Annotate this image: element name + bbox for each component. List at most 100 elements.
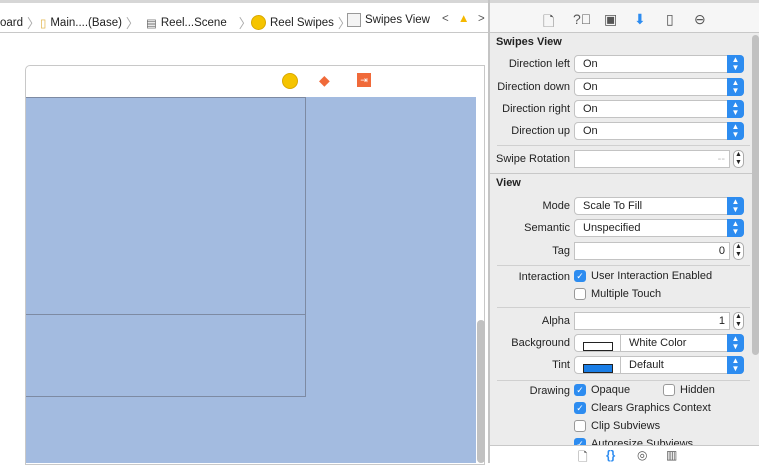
chevron-left-icon[interactable]: <	[442, 13, 449, 25]
updown-icon: ▲ ▼	[727, 55, 744, 73]
popup-value: Unspecified	[583, 222, 641, 234]
breadcrumb-item[interactable]: ▤ Reel...Scene 〉	[146, 13, 252, 32]
checkbox-icon	[574, 420, 586, 432]
inspector-tabs: 🗋 ?⃝ ▣ ⬇ ▯ ⊖	[490, 0, 759, 33]
divider	[497, 380, 750, 381]
checkbox-label: Multiple Touch	[591, 288, 662, 300]
chevron-right-icon: 〉	[125, 16, 139, 31]
warning-icon[interactable]: ▲	[458, 13, 469, 25]
color-swatch	[575, 357, 621, 373]
tag-stepper[interactable]: ▲ ▼	[733, 242, 744, 260]
popup-value: Scale To Fill	[583, 200, 643, 212]
breadcrumb-label: Reel Swipes	[270, 16, 334, 29]
first-responder-icon[interactable]: ◆	[319, 72, 330, 89]
user-interaction-checkbox[interactable]: ✓ User Interaction Enabled	[574, 270, 712, 282]
swipe-rotation-field[interactable]: --	[574, 150, 730, 168]
checkbox-label: Clip Subviews	[591, 420, 661, 432]
mode-popup[interactable]: Scale To Fill ▲ ▼	[574, 197, 744, 215]
popup-value: On	[583, 125, 598, 137]
connections-icon[interactable]: ⊖	[694, 11, 706, 28]
canvas-scrollbar[interactable]	[477, 320, 485, 463]
label: Direction up	[511, 125, 570, 137]
breadcrumb-item[interactable]: Swipes View	[347, 13, 430, 27]
direction-down-popup[interactable]: On ▲ ▼	[574, 78, 744, 96]
section-title: View	[496, 177, 521, 189]
code-snippet-icon[interactable]: {}	[606, 448, 615, 462]
section-title: Swipes View	[496, 36, 562, 48]
tint-color-popup[interactable]: Default ▲ ▼	[574, 356, 744, 374]
view-controller-icon	[251, 15, 266, 30]
clip-subviews-checkbox[interactable]: Clip Subviews	[574, 420, 660, 432]
alpha-stepper[interactable]: ▲ ▼	[733, 312, 744, 330]
alpha-field[interactable]: 1	[574, 312, 730, 330]
view-controller-icon[interactable]	[282, 73, 298, 89]
checkmark-icon: ✓	[574, 402, 586, 414]
breadcrumb-item[interactable]: oard 〉	[0, 13, 40, 32]
divider	[497, 265, 750, 266]
checkmark-icon: ✓	[574, 384, 586, 396]
size-icon[interactable]: ▯	[666, 11, 674, 28]
subview[interactable]	[26, 97, 306, 397]
color-swatch	[575, 335, 621, 351]
swipe-rotation-stepper[interactable]: ▲ ▼	[733, 150, 744, 168]
section-divider	[490, 173, 752, 174]
label: Swipe Rotation	[496, 153, 570, 165]
popup-value: On	[583, 81, 598, 93]
background-color-popup[interactable]: White Color ▲ ▼	[574, 334, 744, 352]
hidden-checkbox[interactable]: Hidden	[663, 384, 715, 396]
breadcrumb-bar: oard 〉 ▯ Main....(Base) 〉 ▤ Reel...Scene 〉 Re…	[0, 0, 488, 33]
updown-icon: ▲ ▼	[727, 197, 744, 215]
multiple-touch-checkbox[interactable]: Multiple Touch	[574, 288, 661, 300]
breadcrumb-label: oard	[0, 16, 24, 29]
label: Tag	[552, 245, 570, 257]
opaque-checkbox[interactable]: ✓ Opaque	[574, 384, 630, 396]
inspector-scrollbar[interactable]	[752, 35, 759, 355]
updown-icon: ▲ ▼	[727, 122, 744, 140]
media-library-icon[interactable]: ▥	[666, 448, 677, 462]
direction-up-popup[interactable]: On ▲ ▼	[574, 122, 744, 140]
popup-value: On	[583, 58, 598, 70]
breadcrumb-item[interactable]: ▯ Main....(Base) 〉	[40, 13, 139, 32]
label: Semantic	[524, 222, 570, 234]
divider	[497, 307, 750, 308]
breadcrumb-label: Swipes View	[365, 14, 430, 26]
label: Alpha	[541, 315, 570, 327]
checkbox-label: User Interaction Enabled	[591, 270, 713, 282]
checkbox-icon	[663, 384, 675, 396]
label: Direction down	[497, 81, 570, 93]
checkmark-icon: ✓	[574, 270, 586, 282]
storyboard-file-icon: ▯	[40, 17, 47, 30]
popup-value: On	[583, 103, 598, 115]
direction-left-popup[interactable]: On ▲ ▼	[574, 55, 744, 73]
checkbox-icon	[574, 288, 586, 300]
checkbox-label: Hidden	[680, 384, 715, 396]
breadcrumb-item[interactable]: Reel Swipes 〉	[251, 13, 351, 32]
label: Direction right	[502, 103, 570, 115]
breadcrumb-label: Main....(Base)	[50, 16, 122, 29]
direction-right-popup[interactable]: On ▲ ▼	[574, 100, 744, 118]
subview-divider	[26, 314, 306, 315]
checkbox-label: Clears Graphics Context	[591, 402, 711, 414]
help-icon[interactable]: ?⃝	[573, 11, 591, 27]
library-tabs	[490, 445, 759, 463]
chevron-right-icon[interactable]: >	[478, 13, 485, 25]
file-template-icon[interactable]: 🗋	[578, 448, 588, 469]
breadcrumb-label: Reel...Scene	[160, 16, 227, 29]
attributes-icon[interactable]: ⬇	[634, 11, 646, 28]
object-library-icon[interactable]: ◎	[637, 448, 647, 462]
chevron-right-icon: 〉	[238, 16, 252, 31]
scene-icon: ▤	[146, 17, 157, 30]
clears-graphics-context-checkbox[interactable]: ✓ Clears Graphics Context	[574, 402, 711, 414]
popup-value: Default	[629, 359, 664, 371]
exit-icon[interactable]: ⇥	[357, 73, 371, 87]
identity-icon[interactable]: ▣	[604, 11, 617, 28]
semantic-popup[interactable]: Unspecified ▲ ▼	[574, 219, 744, 237]
chevron-right-icon: 〉	[27, 16, 41, 31]
label: Interaction	[518, 271, 570, 283]
file-icon[interactable]: 🗋	[543, 11, 554, 35]
label: Direction left	[508, 58, 570, 70]
divider	[497, 145, 750, 146]
label: Tint	[552, 359, 570, 371]
checkbox-label: Opaque	[591, 384, 631, 396]
tag-field[interactable]: 0	[574, 242, 730, 260]
